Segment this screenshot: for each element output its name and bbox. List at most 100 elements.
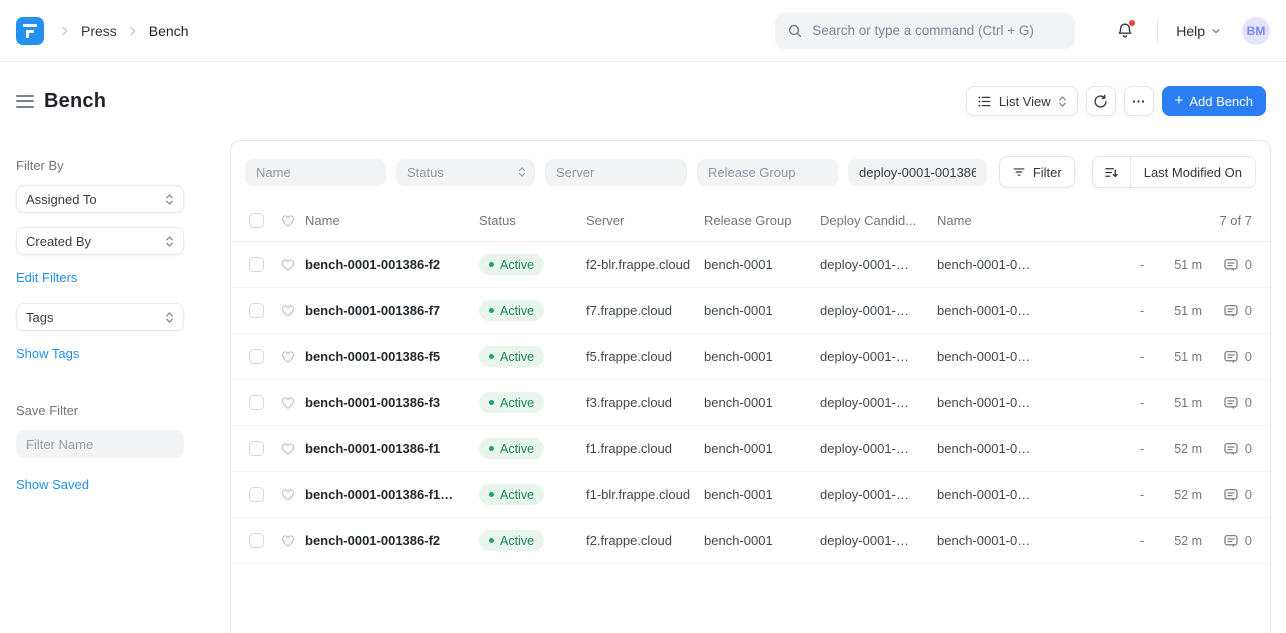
comments-cell: 0 [1202, 395, 1252, 411]
refresh-button[interactable] [1086, 86, 1116, 116]
help-menu[interactable]: Help [1176, 23, 1222, 39]
chevron-updown-icon [165, 311, 174, 324]
table-row[interactable]: bench-0001-001386-f5 Active f5.frappe.cl… [231, 334, 1270, 380]
bench-name[interactable]: bench-0001-001386-f3 [305, 395, 457, 410]
favorite-heart-icon[interactable] [280, 303, 296, 319]
more-options-button[interactable] [1124, 86, 1154, 116]
col-header-name[interactable]: Name [305, 213, 479, 228]
tags-select[interactable]: Tags [16, 303, 184, 331]
col-header-release-group[interactable]: Release Group [704, 213, 820, 228]
release-group-cell: bench-0001 [704, 487, 820, 502]
row-checkbox[interactable] [249, 487, 264, 502]
status-label: Active [500, 488, 534, 502]
table-row[interactable]: bench-0001-001386-f3 Active f3.frappe.cl… [231, 380, 1270, 426]
bench-name[interactable]: bench-0001-001386-f7 [305, 303, 457, 318]
deploy-candidate-filter-input[interactable] [848, 159, 987, 186]
bench-list-card: Status Filter Last [230, 140, 1271, 633]
server-filter-input[interactable] [545, 159, 687, 186]
comment-icon [1223, 257, 1239, 273]
sort-control[interactable]: Last Modified On [1092, 156, 1256, 188]
col-header-name2[interactable]: Name [937, 213, 1127, 228]
favorite-heart-icon[interactable] [280, 533, 296, 549]
favorite-heart-icon[interactable] [280, 441, 296, 457]
add-bench-button[interactable]: + Add Bench [1162, 86, 1266, 116]
tags-value: Tags [26, 310, 165, 325]
chevron-right-icon [126, 24, 140, 38]
created-by-value: Created By [26, 234, 165, 249]
frappe-logo-icon[interactable] [16, 17, 44, 45]
table-row[interactable]: bench-0001-001386-f2 Active f2-blr.frapp… [231, 242, 1270, 288]
sort-field-label: Last Modified On [1131, 165, 1255, 180]
notification-dot [1129, 20, 1135, 26]
comments-cell: 0 [1202, 257, 1252, 273]
page-header: Bench List View + Add Bench [0, 62, 1286, 140]
filter-button[interactable]: Filter [999, 156, 1075, 188]
last-modified-cell: 52 m [1157, 534, 1202, 548]
bench-name[interactable]: bench-0001-001386-f2 [305, 257, 457, 272]
name-filter-input[interactable] [245, 159, 386, 186]
bench-name[interactable]: bench-0001-001386-f1-blr [305, 487, 457, 502]
status-filter-value: Status [407, 165, 518, 180]
status-badge: Active [479, 530, 544, 551]
server-cell: f5.frappe.cloud [586, 349, 694, 364]
deploy-candidate-cell: deploy-0001-001386 [820, 349, 914, 364]
table-row[interactable]: bench-0001-001386-f7 Active f7.frappe.cl… [231, 288, 1270, 334]
table-row[interactable]: bench-0001-001386-f1-blr Active f1-blr.f… [231, 472, 1270, 518]
sidebar-toggle-icon[interactable] [16, 95, 34, 108]
table-row[interactable]: bench-0001-001386-f1 Active f1.frappe.cl… [231, 426, 1270, 472]
show-tags-link[interactable]: Show Tags [16, 346, 79, 361]
col-header-status[interactable]: Status [479, 213, 586, 228]
favorite-heart-icon[interactable] [280, 349, 296, 365]
breadcrumb-bench[interactable]: Bench [149, 23, 189, 39]
row-checkbox[interactable] [249, 349, 264, 364]
comment-count: 0 [1245, 533, 1252, 548]
empty-value-cell: - [1127, 533, 1157, 548]
row-checkbox[interactable] [249, 257, 264, 272]
breadcrumb-press[interactable]: Press [81, 23, 117, 39]
comment-count: 0 [1245, 349, 1252, 364]
edit-filters-link[interactable]: Edit Filters [16, 270, 77, 285]
comment-count: 0 [1245, 395, 1252, 410]
view-selector-button[interactable]: List View [966, 86, 1078, 116]
name2-cell: bench-0001-001386 [937, 533, 1033, 548]
row-checkbox[interactable] [249, 303, 264, 318]
bench-name[interactable]: bench-0001-001386-f2 [305, 533, 457, 548]
favorite-heart-icon[interactable] [280, 257, 296, 273]
bench-name[interactable]: bench-0001-001386-f5 [305, 349, 457, 364]
status-dot-icon [489, 308, 494, 313]
col-header-deploy-candidate[interactable]: Deploy Candid... [820, 213, 937, 228]
empty-value-cell: - [1127, 395, 1157, 410]
select-all-checkbox[interactable] [249, 213, 264, 228]
table-row[interactable]: bench-0001-001386-f2 Active f2.frappe.cl… [231, 518, 1270, 564]
avatar[interactable]: BM [1242, 17, 1270, 45]
status-badge: Active [479, 438, 544, 459]
chevron-down-icon [1210, 25, 1222, 37]
favorite-heart-icon[interactable] [280, 395, 296, 411]
chevron-updown-icon [165, 235, 174, 248]
deploy-candidate-cell: deploy-0001-001386 [820, 303, 914, 318]
search-icon [787, 23, 803, 39]
show-saved-link[interactable]: Show Saved [16, 477, 89, 492]
bench-name[interactable]: bench-0001-001386-f1 [305, 441, 457, 456]
breadcrumb: Press Bench [58, 23, 189, 39]
comment-count: 0 [1245, 257, 1252, 272]
deploy-candidate-cell: deploy-0001-001386 [820, 533, 914, 548]
favorite-heart-icon[interactable] [280, 487, 296, 503]
filter-name-input[interactable] [16, 430, 184, 458]
release-group-filter-input[interactable] [697, 159, 838, 186]
list-view-icon [977, 94, 992, 109]
status-filter-select[interactable]: Status [396, 159, 535, 186]
assigned-to-value: Assigned To [26, 192, 165, 207]
last-modified-cell: 51 m [1157, 258, 1202, 272]
created-by-select[interactable]: Created By [16, 227, 184, 255]
last-modified-cell: 52 m [1157, 488, 1202, 502]
status-label: Active [500, 442, 534, 456]
notifications-button[interactable] [1115, 21, 1135, 41]
global-search-input[interactable]: Search or type a command (Ctrl + G) [775, 13, 1075, 49]
empty-value-cell: - [1127, 257, 1157, 272]
assigned-to-select[interactable]: Assigned To [16, 185, 184, 213]
row-checkbox[interactable] [249, 441, 264, 456]
col-header-server[interactable]: Server [586, 213, 704, 228]
row-checkbox[interactable] [249, 533, 264, 548]
row-checkbox[interactable] [249, 395, 264, 410]
